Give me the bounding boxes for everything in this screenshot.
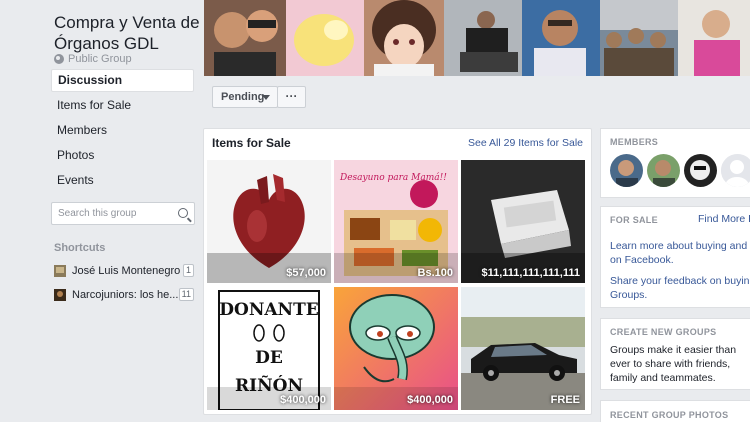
item-price: $400,000 xyxy=(280,394,326,406)
privacy-label: Public Group xyxy=(68,53,132,65)
group-title[interactable]: Compra y Venta de Órganos GDL xyxy=(54,12,204,54)
find-more-link[interactable]: Find More B xyxy=(698,212,750,226)
nav-item-members[interactable]: Members xyxy=(51,119,194,144)
item-photo-caption: Desayuno para Mamá!! xyxy=(339,172,447,183)
item-photo xyxy=(461,287,585,410)
item-price: Bs.100 xyxy=(417,267,453,279)
item-photo xyxy=(207,160,331,283)
item-price: $11,111,111,111,111 xyxy=(481,267,580,279)
for-sale-card: FOR SALE Find More B Learn more about bu… xyxy=(600,206,750,308)
shortcut-name: Narcojuniors: los he... xyxy=(72,288,179,301)
item-price: $400,000 xyxy=(407,394,453,406)
shortcut-count-badge: 11 xyxy=(178,288,194,301)
shortcut-thumbnail xyxy=(54,288,66,301)
for-sale-heading: FOR SALE xyxy=(610,215,658,225)
caret-down-icon xyxy=(262,95,270,100)
search-icon[interactable] xyxy=(178,208,188,218)
shortcut-count-badge: 1 xyxy=(182,264,194,277)
sale-item-tile[interactable]: $11,111,111,111,111 xyxy=(461,160,585,283)
items-for-sale-card: Items for Sale See All 29 Items for Sale… xyxy=(203,128,592,415)
shortcut-name: José Luis Montenegro xyxy=(72,264,181,277)
nav-item-items-for-sale[interactable]: Items for Sale xyxy=(51,94,194,119)
learn-more-link[interactable]: Learn more about buying and s xyxy=(610,239,750,253)
item-price: $57,000 xyxy=(286,267,326,279)
search-placeholder: Search this group xyxy=(58,208,137,219)
globe-icon xyxy=(54,54,64,64)
search-input[interactable]: Search this group xyxy=(51,202,195,225)
item-photo xyxy=(461,160,585,283)
group-nav: Discussion Items for Sale Members Photos… xyxy=(51,69,194,194)
sale-item-tile[interactable]: FREE xyxy=(461,287,585,410)
item-price: FREE xyxy=(550,394,580,406)
poster-text-de: DE xyxy=(255,348,283,368)
member-avatar[interactable] xyxy=(647,154,680,187)
group-privacy: Public Group xyxy=(54,53,132,65)
create-groups-text: ever to share with friends, xyxy=(610,358,731,370)
nav-item-discussion[interactable]: Discussion xyxy=(51,69,194,92)
members-card: MEMBERS xyxy=(600,128,750,198)
sale-item-tile[interactable]: $57,000 xyxy=(207,160,331,283)
learn-more-link-cont[interactable]: on Facebook. xyxy=(610,253,674,267)
feedback-link[interactable]: Share your feedback on buyin xyxy=(610,274,750,288)
shortcut-thumbnail xyxy=(54,264,66,277)
recent-photos-heading: RECENT GROUP PHOTOS xyxy=(610,410,729,420)
pending-dropdown[interactable]: Pending xyxy=(212,86,278,108)
sale-item-tile[interactable]: DONANTE DE RIÑÓN $400,000 xyxy=(207,287,331,410)
nav-item-photos[interactable]: Photos xyxy=(51,144,194,169)
see-all-items-link[interactable]: See All 29 Items for Sale xyxy=(468,137,583,149)
create-groups-card: CREATE NEW GROUPS Groups make it easier … xyxy=(600,318,750,390)
item-photo: DONANTE DE RIÑÓN xyxy=(207,287,331,410)
sale-item-tile[interactable]: Desayuno para Mamá!! Bs.100 xyxy=(334,160,458,283)
member-avatar[interactable] xyxy=(684,154,717,187)
members-heading: MEMBERS xyxy=(610,137,659,147)
poster-text-donante: DONANTE xyxy=(219,300,318,320)
create-groups-text: family and teammates. xyxy=(610,372,716,384)
item-photo: Desayuno para Mamá!! xyxy=(334,160,458,283)
recent-photos-card: RECENT GROUP PHOTOS xyxy=(600,400,750,422)
item-photo xyxy=(334,287,458,410)
more-options-button[interactable]: ··· xyxy=(277,86,306,108)
shortcut-item[interactable]: José Luis Montenegro 1 xyxy=(54,264,194,277)
create-groups-text: Groups make it easier than xyxy=(610,344,737,356)
left-sidebar: Compra y Venta de Órganos GDL Public Gro… xyxy=(0,0,200,422)
items-for-sale-title[interactable]: Items for Sale xyxy=(212,136,291,150)
shortcuts-heading: Shortcuts xyxy=(54,242,106,254)
sale-item-tile[interactable]: $400,000 xyxy=(334,287,458,410)
member-avatar[interactable] xyxy=(721,154,750,187)
member-avatar[interactable] xyxy=(610,154,643,187)
shortcut-item[interactable]: Narcojuniors: los he... 11 xyxy=(54,288,194,301)
group-cover-photo[interactable] xyxy=(204,0,750,76)
pending-label: Pending xyxy=(221,91,265,103)
cover-collage xyxy=(204,0,750,76)
feedback-link-cont[interactable]: Groups. xyxy=(610,288,647,302)
nav-item-events[interactable]: Events xyxy=(51,169,194,194)
create-groups-heading: CREATE NEW GROUPS xyxy=(610,327,717,337)
